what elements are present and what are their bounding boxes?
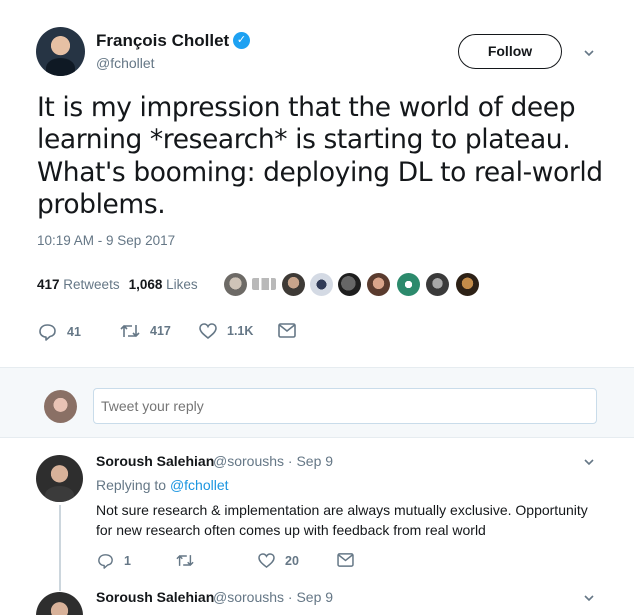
reply-author-name[interactable]: Soroush Salehian — [96, 589, 214, 605]
message-button[interactable] — [278, 323, 296, 338]
reply-author-avatar[interactable] — [36, 592, 83, 615]
reply-author-handle[interactable]: @soroushs · Sep 9 — [213, 589, 333, 605]
reply-author-avatar[interactable] — [36, 455, 83, 502]
reply-input[interactable] — [93, 388, 597, 424]
reply-text: Not sure research & implementation are a… — [96, 502, 588, 538]
reply-button[interactable]: 41 — [38, 323, 81, 341]
like-count: 20 — [285, 553, 299, 568]
likes-stat[interactable]: 1,068 Likes — [129, 277, 198, 292]
retweets-count: 417 — [37, 277, 60, 292]
follow-button[interactable]: Follow — [458, 34, 562, 69]
like-icon — [258, 553, 275, 568]
reply-button[interactable]: 1 — [97, 553, 131, 569]
reply-author-handle[interactable]: @soroushs · Sep 9 — [213, 453, 333, 469]
author-name[interactable]: François Chollet — [96, 31, 229, 51]
liker-avatar[interactable] — [367, 273, 390, 296]
current-user-avatar — [44, 390, 77, 423]
retweets-stat[interactable]: 417 Retweets — [37, 277, 120, 292]
chevron-down-icon[interactable] — [583, 47, 595, 59]
liker-avatar[interactable] — [397, 273, 420, 296]
reply-icon — [38, 323, 57, 341]
tweet-timestamp[interactable]: 10:19 AM - 9 Sep 2017 — [37, 233, 175, 248]
author-avatar[interactable] — [36, 27, 85, 76]
chevron-down-icon[interactable] — [583, 592, 595, 604]
retweet-icon — [120, 323, 140, 339]
retweet-button[interactable]: 417 — [120, 323, 171, 339]
like-count: 1.1K — [227, 324, 254, 338]
liker-avatar[interactable] — [224, 273, 247, 296]
like-icon — [199, 323, 217, 339]
replying-to-link[interactable]: @fchollet — [170, 477, 229, 493]
liker-avatar[interactable] — [456, 273, 479, 296]
reply-icon — [97, 553, 114, 569]
replying-prefix: Replying to — [96, 477, 167, 493]
thread-line — [59, 505, 61, 591]
author-handle[interactable]: @fchollet — [96, 55, 155, 71]
like-button[interactable]: 1.1K — [199, 323, 253, 339]
liker-avatar[interactable] — [310, 273, 333, 296]
liker-avatar[interactable] — [426, 273, 449, 296]
reply-count: 1 — [124, 554, 131, 568]
retweets-label: Retweets — [63, 277, 120, 292]
likes-label: Likes — [166, 277, 198, 292]
retweet-count: 417 — [150, 324, 171, 338]
reply-count: 41 — [67, 325, 81, 339]
tweet-stats: 417 Retweets 1,068 Likes — [37, 277, 198, 292]
tweet-text: It is my impression that the world of de… — [37, 92, 603, 220]
liker-avatar[interactable] — [282, 273, 305, 296]
chevron-down-icon[interactable] — [583, 456, 595, 468]
message-icon — [278, 323, 296, 338]
verified-icon: ✓ — [233, 32, 250, 49]
retweet-button[interactable] — [176, 553, 194, 568]
liker-avatar[interactable] — [338, 273, 361, 296]
likes-count: 1,068 — [128, 277, 163, 292]
replying-to: Replying to @fchollet — [96, 477, 229, 493]
message-icon — [337, 553, 354, 567]
retweet-icon — [176, 553, 194, 568]
reply-author-name[interactable]: Soroush Salehian — [96, 453, 214, 469]
liker-avatar[interactable] — [252, 278, 276, 290]
like-button[interactable]: 20 — [258, 553, 299, 568]
message-button[interactable] — [337, 553, 354, 567]
